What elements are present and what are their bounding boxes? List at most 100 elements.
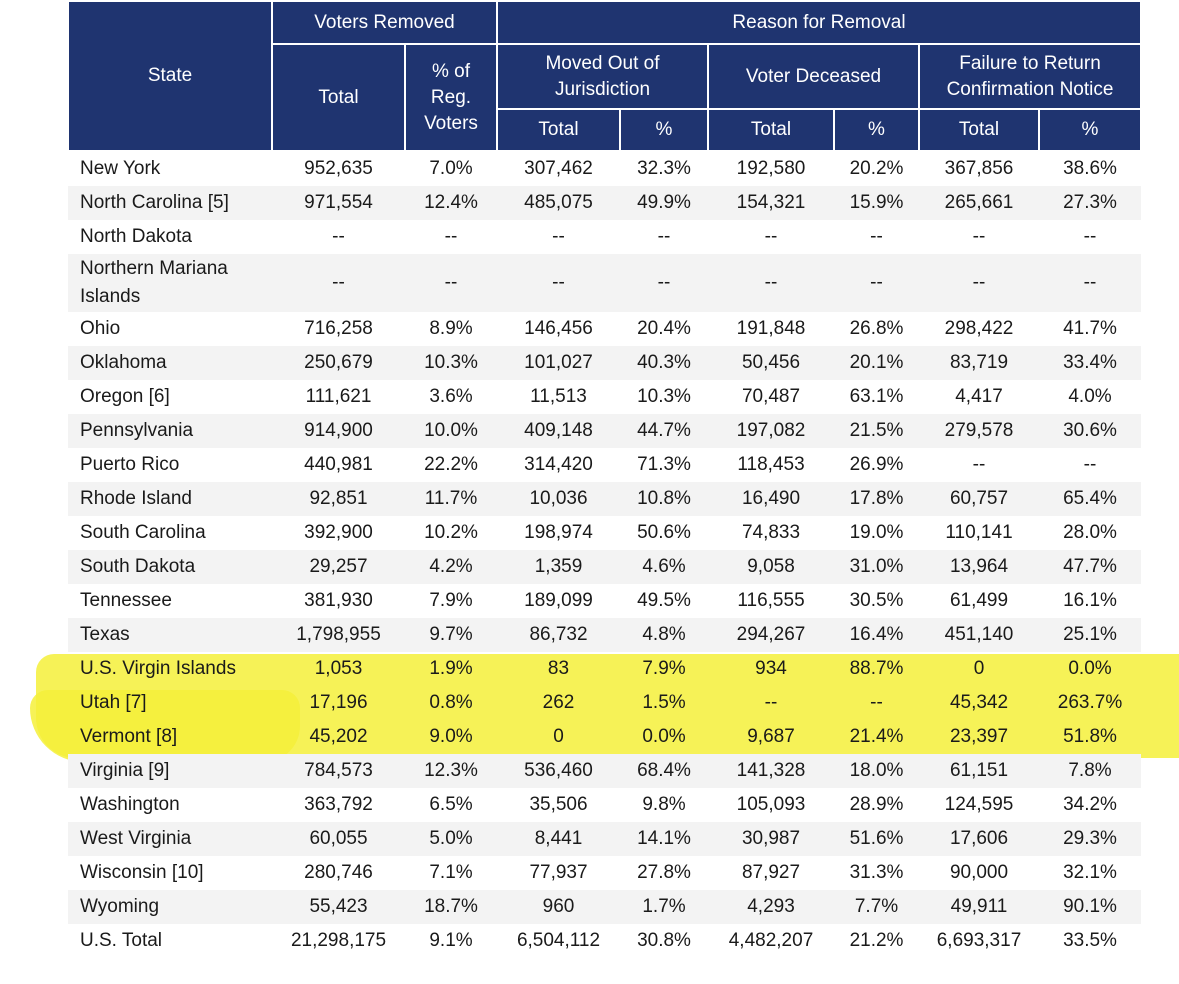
cell-removed-total: 17,196 <box>309 692 368 713</box>
cell-moved-total: 35,506 <box>529 794 588 815</box>
cell-deceased-pct: 21.2% <box>849 930 904 951</box>
cell-moved-pct: 40.3% <box>620 346 708 380</box>
table-row: Northern Mariana Islands -- -- -- -- -- -- -- -- <box>68 254 1142 312</box>
cell-failure-total: 124,595 <box>944 794 1014 815</box>
cell-state: South Carolina <box>80 522 206 543</box>
table-row: Puerto Rico 440,981 22.2% 314,420 71.3% 118,4… <box>68 448 1141 482</box>
cell-deceased-pct: 63.1% <box>849 386 904 407</box>
cell-moved-pct: 0.0% <box>642 726 686 747</box>
cell-failure-total: 0 <box>973 658 985 679</box>
cell-deceased-pct: 16.4% <box>834 618 919 652</box>
cell-deceased-pct: 20.2% <box>849 158 904 179</box>
cell-failure-total: 451,140 <box>919 618 1039 652</box>
cell-deceased-total: -- <box>708 254 834 312</box>
cell-deceased-total: 9,058 <box>708 550 834 584</box>
table-row: Texas 1,798,955 9.7% 86,732 4.8% 294,267 16.4%… <box>68 618 1142 652</box>
cell-moved-pct: 30.8% <box>637 930 691 951</box>
table-row: Virginia [9] 784,573 12.3% 536,460 68.4% 141,… <box>68 754 1142 788</box>
cell-moved-total: 86,732 <box>497 618 620 652</box>
cell-moved-pct: 4.8% <box>620 618 708 652</box>
cell-removed-total: 55,423 <box>272 890 405 924</box>
cell-state: U.S. Total <box>80 930 163 951</box>
cell-removed-total: 363,792 <box>304 794 373 815</box>
cell-pct-reg-voters: 12.3% <box>405 754 497 788</box>
header-pct-reg-voters: % of Reg. Voters <box>404 43 498 152</box>
cell-failure-total: -- <box>919 254 1039 312</box>
cell-deceased-total: -- <box>764 692 778 713</box>
cell-state: Oregon [6] <box>80 386 170 407</box>
cell-failure-pct: -- <box>1083 454 1097 475</box>
cell-removed-total: 716,258 <box>304 318 373 339</box>
cell-deceased-total: 4,293 <box>708 890 834 924</box>
header-moved-total: Total <box>496 108 621 152</box>
header-moved-pct: % <box>619 108 709 152</box>
header-failure-total: Total <box>918 108 1040 152</box>
cell-removed-total: 92,851 <box>272 482 405 516</box>
cell-failure-pct: 28.0% <box>1063 522 1117 543</box>
cell-failure-pct: 34.2% <box>1063 794 1117 815</box>
cell-failure-total: 298,422 <box>944 318 1014 339</box>
cell-removed-total: 111,621 <box>305 386 372 407</box>
cell-moved-total: 307,462 <box>524 158 593 179</box>
cell-state: Northern Mariana Islands <box>68 254 272 312</box>
table-row: Utah [7] 17,196 0.8% 262 1.5% -- -- 45,342 263.7… <box>68 686 1141 720</box>
cell-failure-total: 17,606 <box>919 822 1039 856</box>
table-row: Rhode Island 92,851 11.7% 10,036 10.8% 16,490… <box>68 482 1142 516</box>
table-row: North Dakota -- -- -- -- -- -- -- -- <box>68 220 1141 254</box>
table-row: New York 952,635 7.0% 307,462 32.3% 192,580 20… <box>68 151 1141 186</box>
table-row: Pennsylvania 914,900 10.0% 409,148 44.7% 197,… <box>68 414 1142 448</box>
cell-pct-reg-voters: 0.8% <box>429 692 473 713</box>
cell-failure-pct: 4.0% <box>1068 386 1112 407</box>
cell-failure-total: 61,499 <box>949 590 1009 611</box>
cell-pct-reg-voters: 7.0% <box>429 158 473 179</box>
cell-moved-total: 101,027 <box>497 346 620 380</box>
cell-failure-total: 45,342 <box>949 692 1009 713</box>
cell-pct-reg-voters: 7.1% <box>429 862 473 883</box>
cell-removed-total: 29,257 <box>272 550 405 584</box>
cell-deceased-total: 934 <box>755 658 787 679</box>
cell-removed-total: 250,679 <box>272 346 405 380</box>
cell-removed-total: 952,635 <box>304 158 373 179</box>
cell-deceased-pct: 26.9% <box>849 454 904 475</box>
cell-pct-reg-voters: 5.0% <box>405 822 497 856</box>
table-row: Wisconsin [10] 280,746 7.1% 77,937 27.8% 87,9… <box>68 856 1141 890</box>
cell-deceased-pct: -- <box>870 226 883 247</box>
cell-failure-total: 49,911 <box>919 890 1039 924</box>
cell-moved-pct: 10.8% <box>620 482 708 516</box>
cell-failure-total: 83,719 <box>919 346 1039 380</box>
cell-removed-total: 1,798,955 <box>272 618 405 652</box>
cell-pct-reg-voters: 9.7% <box>405 618 497 652</box>
cell-failure-total: 90,000 <box>949 862 1009 883</box>
cell-moved-pct: 1.7% <box>620 890 708 924</box>
cell-pct-reg-voters: 1.9% <box>429 658 473 679</box>
cell-state: Puerto Rico <box>80 454 180 475</box>
cell-moved-total: 8,441 <box>497 822 620 856</box>
cell-moved-pct: 44.7% <box>620 414 708 448</box>
cell-state: U.S. Virgin Islands <box>80 658 236 679</box>
cell-removed-total: 45,202 <box>309 726 368 747</box>
cell-deceased-total: 294,267 <box>708 618 834 652</box>
cell-state: Pennsylvania <box>68 414 272 448</box>
cell-state: Wisconsin [10] <box>80 862 204 883</box>
cell-state: Rhode Island <box>68 482 272 516</box>
cell-pct-reg-voters: -- <box>444 226 458 247</box>
cell-failure-total: 13,964 <box>919 550 1039 584</box>
cell-failure-total: -- <box>972 226 986 247</box>
cell-failure-pct: 16.1% <box>1063 590 1117 611</box>
header-reason-for-removal: Reason for Removal <box>495 0 1143 45</box>
cell-moved-total: 11,513 <box>530 386 587 407</box>
header-failure-pct: % <box>1037 108 1143 152</box>
cell-moved-pct: 4.6% <box>620 550 708 584</box>
cell-failure-total: 367,856 <box>944 158 1014 179</box>
cell-pct-reg-voters: 4.2% <box>405 550 497 584</box>
cell-moved-pct: 27.8% <box>637 862 691 883</box>
cell-pct-reg-voters: 3.6% <box>429 386 473 407</box>
cell-deceased-total: 118,453 <box>737 454 805 475</box>
cell-failure-pct: -- <box>1039 254 1142 312</box>
cell-deceased-total: 30,987 <box>708 822 834 856</box>
cell-moved-pct: 7.9% <box>642 658 686 679</box>
cell-moved-total: 960 <box>497 890 620 924</box>
cell-failure-total: -- <box>972 454 986 475</box>
cell-pct-reg-voters: 11.7% <box>405 482 497 516</box>
cell-deceased-pct: 88.7% <box>849 658 904 679</box>
